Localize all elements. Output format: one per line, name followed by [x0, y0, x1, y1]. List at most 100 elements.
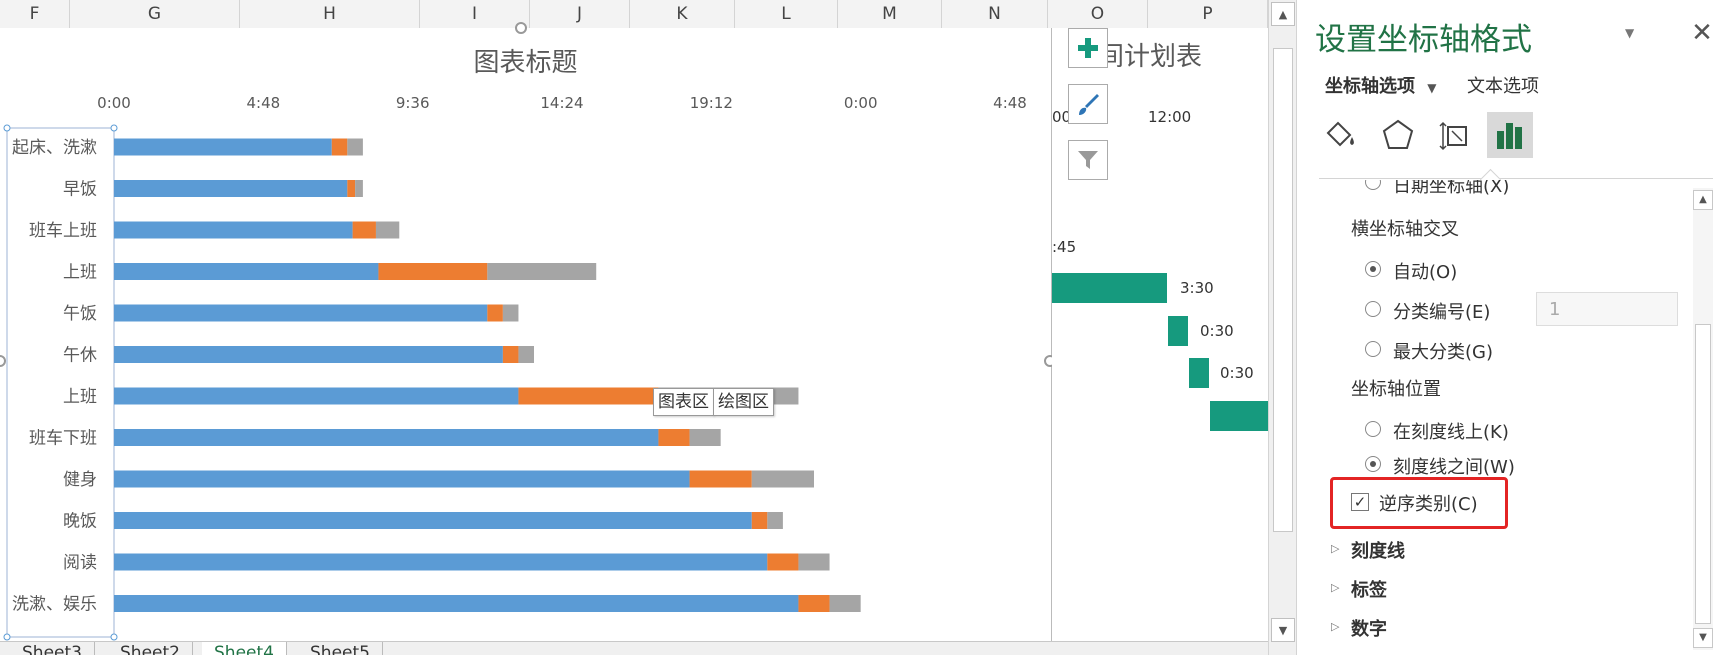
column-header-n[interactable]: N: [942, 0, 1048, 28]
bar-segment-series-2[interactable]: [331, 138, 348, 156]
column-header-p[interactable]: P: [1148, 0, 1268, 28]
expand-triangle-icon[interactable]: ▷: [1331, 581, 1339, 594]
pane-options-dropdown-icon[interactable]: ▼: [1625, 26, 1634, 40]
pane-scrollbar[interactable]: ▲ ▼: [1693, 188, 1713, 650]
bar-segment-series-3[interactable]: [502, 304, 519, 322]
bar-segment-series-3[interactable]: [355, 180, 363, 197]
bar-segment-series-3[interactable]: [751, 470, 814, 488]
axis-selection-handle[interactable]: [110, 633, 118, 641]
tab-axis-options[interactable]: 坐标轴选项 ▼: [1325, 72, 1437, 98]
chart-filters-button[interactable]: [1068, 140, 1108, 180]
category-number-input[interactable]: 1: [1536, 292, 1678, 326]
bar-segment-series-1[interactable]: [114, 429, 659, 446]
column-header-g[interactable]: G: [70, 0, 240, 28]
pane-options-scrollarea[interactable]: 日期坐标轴(X) 横坐标轴交叉 自动(O) 分类编号(E) 最大分类(G) 坐标…: [1297, 180, 1687, 655]
bar-segment-series-1[interactable]: [114, 595, 799, 612]
axis-selection-handle[interactable]: [3, 633, 11, 641]
bar-segment-series-3[interactable]: [798, 553, 830, 571]
radio-between-tick-marks[interactable]: [1365, 456, 1381, 472]
sheet-vertical-scrollbar[interactable]: ▲ ▼: [1268, 0, 1297, 655]
radio-date-axis[interactable]: [1365, 180, 1381, 190]
tab-text-options[interactable]: 文本选项: [1467, 72, 1539, 98]
worksheet[interactable]: F G H I J K L M N O P 图表标题 0:00 4:48 9:36 1…: [0, 0, 1268, 655]
scroll-up-button[interactable]: ▲: [1271, 2, 1295, 26]
column-header-o[interactable]: O: [1048, 0, 1148, 28]
bar-segment-series-3[interactable]: [487, 263, 597, 280]
pane-scroll-thumb[interactable]: [1695, 324, 1711, 624]
chart-elements-button[interactable]: [1068, 28, 1108, 68]
column-header-j[interactable]: J: [530, 0, 630, 28]
bar-segment-series-3[interactable]: [347, 138, 363, 156]
bar-segment-series-2[interactable]: [352, 221, 376, 239]
axis-selection-handle[interactable]: [3, 124, 11, 132]
axis-selection-handle[interactable]: [110, 124, 118, 132]
bar-segment-series-1[interactable]: [114, 304, 488, 322]
section-labels[interactable]: 标签: [1351, 576, 1387, 602]
bar-segment-series-2[interactable]: [751, 512, 768, 529]
bar-segment-series-3[interactable]: [829, 595, 861, 612]
chevron-down-icon[interactable]: ▼: [1693, 628, 1713, 648]
radio-auto[interactable]: [1365, 261, 1381, 277]
column-header-l[interactable]: L: [735, 0, 838, 28]
scroll-thumb[interactable]: [1273, 48, 1293, 532]
bar-segment-series-2[interactable]: [689, 470, 752, 488]
sheet-tab[interactable]: Sheet5: [298, 642, 383, 655]
radio-on-tick-marks[interactable]: [1365, 421, 1381, 437]
sheet-tab[interactable]: Sheet3: [10, 642, 95, 655]
plus-icon: [1078, 38, 1098, 58]
chart-resize-handle-top[interactable]: [515, 22, 527, 34]
bar-segment-series-2[interactable]: [518, 387, 659, 405]
chart-styles-button[interactable]: [1068, 84, 1108, 124]
column-header-i[interactable]: I: [420, 0, 530, 28]
effects-tab[interactable]: [1375, 112, 1421, 158]
scroll-down-button[interactable]: ▼: [1271, 618, 1295, 642]
radio-max-category[interactable]: [1365, 341, 1381, 357]
bar-segment-series-2[interactable]: [487, 304, 503, 322]
column-header-h[interactable]: H: [240, 0, 420, 28]
column-header-m[interactable]: M: [838, 0, 942, 28]
bar-segment-series-2[interactable]: [767, 553, 799, 571]
section-tick-marks[interactable]: 刻度线: [1351, 537, 1405, 563]
bar-segment-series-2[interactable]: [798, 595, 830, 612]
bar-segment-series-1[interactable]: [114, 138, 332, 156]
bar-segment-series-3[interactable]: [518, 346, 534, 363]
size-properties-tab[interactable]: [1433, 112, 1479, 158]
bar-segment-series-1[interactable]: [114, 470, 690, 488]
bar-segment-series-1[interactable]: [114, 221, 353, 239]
bar-segment-series-3[interactable]: [375, 221, 400, 239]
chart-plot-svg[interactable]: 0:00 4:48 9:36 14:24 19:12 0:00 4:48 起床、洗漱早饭班车上…: [0, 28, 1051, 643]
column-header-f[interactable]: F: [0, 0, 70, 28]
bar-segment-series-3[interactable]: [767, 512, 783, 529]
axis-options-tab[interactable]: [1487, 112, 1533, 158]
x-axis-tick-label: 4:48: [246, 94, 280, 112]
category-label: 健身: [63, 470, 97, 490]
sheet-tab[interactable]: Sheet2: [108, 642, 193, 655]
bar-segment-series-1[interactable]: [114, 553, 768, 571]
gantt-chart[interactable]: 图表标题 0:00 4:48 9:36 14:24 19:12 0:00 4:48 起床、洗漱…: [0, 28, 1052, 643]
pane-title: 设置坐标轴格式: [1315, 22, 1532, 58]
second-chart-bar-label: 3:30: [1180, 279, 1214, 297]
bar-segment-series-2[interactable]: [658, 429, 690, 446]
category-label: 午休: [63, 346, 97, 366]
sheet-tab-active[interactable]: Sheet4: [202, 642, 287, 655]
bar-segment-series-2[interactable]: [378, 263, 488, 280]
bar-segment-series-1[interactable]: [114, 263, 379, 280]
column-header-k[interactable]: K: [630, 0, 735, 28]
bar-segment-series-3[interactable]: [689, 429, 721, 446]
close-icon[interactable]: ✕: [1687, 18, 1717, 48]
bar-segment-series-1[interactable]: [114, 180, 348, 197]
expand-triangle-icon[interactable]: ▷: [1331, 620, 1339, 633]
bar-segment-series-1[interactable]: [114, 512, 752, 529]
radio-category-number[interactable]: [1365, 301, 1381, 317]
section-number[interactable]: 数字: [1351, 615, 1387, 641]
bar-segment-series-1[interactable]: [114, 346, 503, 363]
expand-triangle-icon[interactable]: ▷: [1331, 542, 1339, 555]
chevron-up-icon[interactable]: ▲: [1693, 190, 1713, 210]
bar-segment-series-2[interactable]: [347, 180, 356, 197]
category-label: 洗漱、娱乐: [12, 595, 97, 615]
bar-segment-series-2[interactable]: [502, 346, 519, 363]
category-label: 上班: [63, 263, 97, 283]
bar-segment-series-1[interactable]: [114, 387, 519, 405]
fill-line-tab[interactable]: [1317, 112, 1363, 158]
vertical-axis-selection[interactable]: [6, 127, 115, 638]
